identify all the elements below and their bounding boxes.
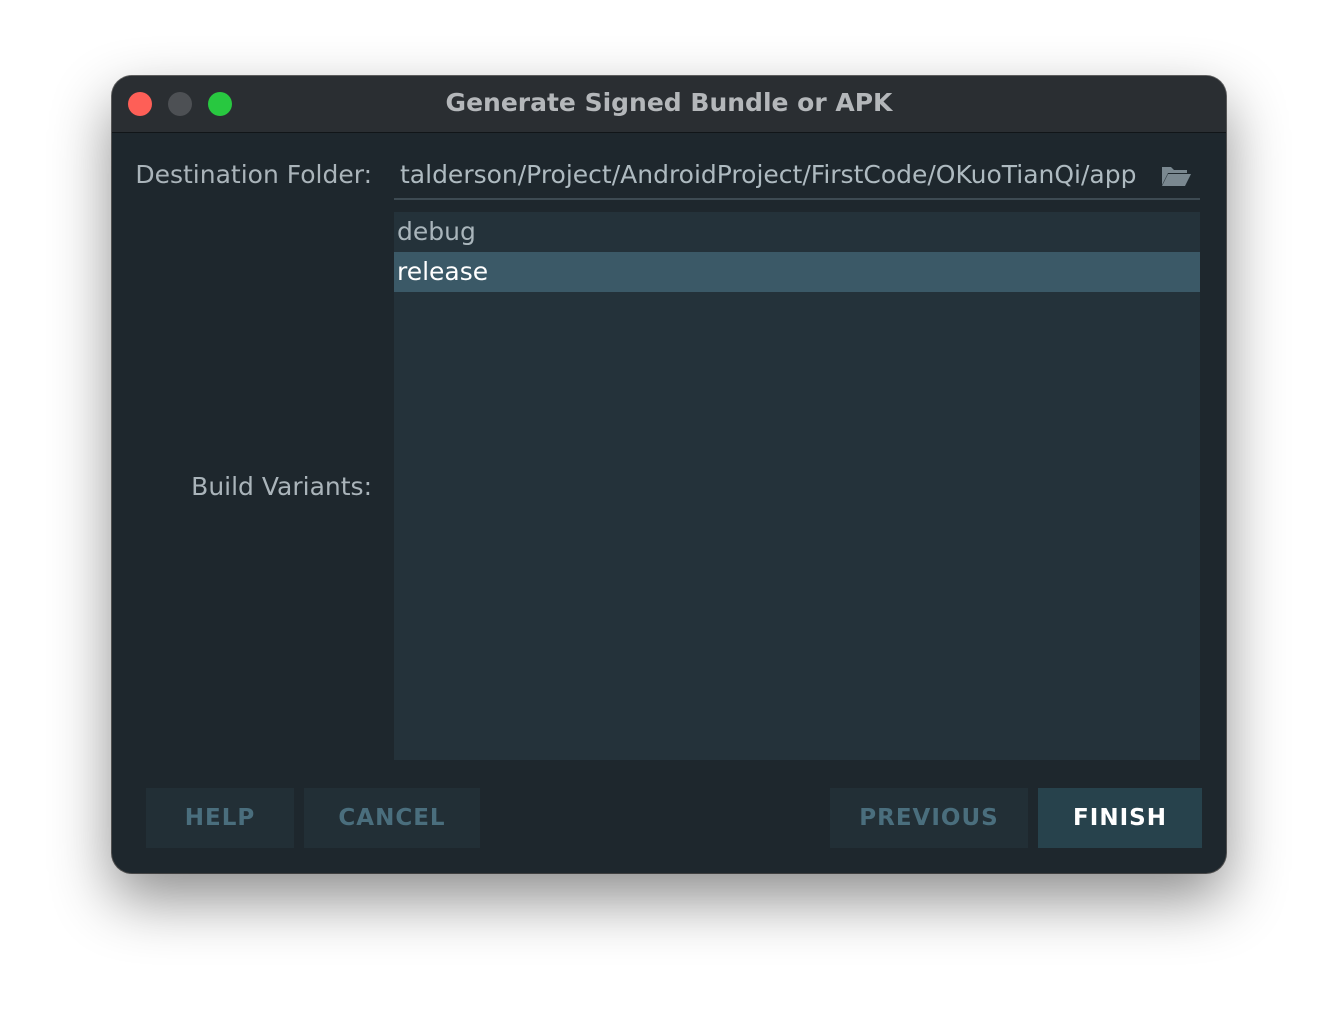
finish-button[interactable]: FINISH: [1038, 788, 1202, 848]
cancel-button[interactable]: CANCEL: [304, 788, 480, 848]
variant-item-release[interactable]: release: [394, 252, 1200, 292]
help-button[interactable]: HELP: [146, 788, 294, 848]
previous-button[interactable]: PREVIOUS: [830, 788, 1028, 848]
title-bar: Generate Signed Bundle or APK: [112, 76, 1226, 133]
destination-folder-label: Destination Folder:: [135, 160, 372, 189]
build-variants-list[interactable]: debug release: [394, 212, 1200, 760]
dialog-window: Generate Signed Bundle or APK Destinatio…: [112, 76, 1226, 873]
build-variants-label: Build Variants:: [191, 472, 372, 501]
folder-open-icon[interactable]: [1160, 164, 1192, 188]
window-title: Generate Signed Bundle or APK: [445, 88, 893, 117]
destination-folder-path: talderson/Project/AndroidProject/FirstCo…: [400, 160, 1137, 189]
destination-folder-field[interactable]: talderson/Project/AndroidProject/FirstCo…: [394, 154, 1200, 200]
variant-item-debug[interactable]: debug: [394, 212, 1200, 252]
